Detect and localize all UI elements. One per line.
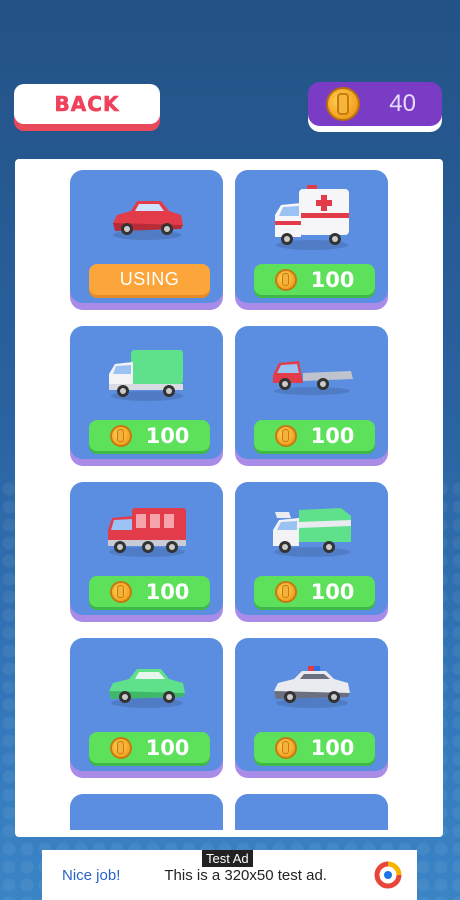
ad-choices-icon[interactable]: [373, 860, 403, 890]
fire-truck-icon: [70, 490, 223, 570]
ad-body-text: This is a 320x50 test ad.: [164, 866, 327, 884]
vehicle-card-red-car[interactable]: USING: [70, 170, 223, 303]
coin-balance: 40: [308, 82, 442, 126]
price-amount: 100: [310, 579, 355, 604]
price-amount: 100: [310, 423, 355, 448]
vehicle-card-green-sedan[interactable]: 100: [70, 638, 223, 771]
ad-headline: Nice job!: [62, 866, 121, 884]
vehicle-card-partial[interactable]: [235, 794, 388, 830]
price-button[interactable]: 100: [254, 420, 375, 451]
using-label: USING: [119, 269, 180, 289]
price-amount: 100: [145, 735, 190, 760]
ambulance-icon: [235, 178, 388, 258]
coin-icon: [109, 424, 132, 447]
back-button[interactable]: BACK: [14, 84, 160, 124]
price-amount: 100: [310, 267, 355, 292]
back-button-label: BACK: [54, 92, 120, 117]
coin-icon: [274, 580, 297, 603]
vehicle-card-police-car[interactable]: 100: [235, 638, 388, 771]
price-amount: 100: [145, 579, 190, 604]
price-amount: 100: [145, 423, 190, 448]
test-ad-tag: Test Ad: [202, 850, 253, 867]
green-sedan-icon: [70, 646, 223, 726]
vehicle-grid: USING 100 100 100 100 100 100 100: [70, 170, 388, 830]
price-button[interactable]: 100: [254, 576, 375, 607]
coin-icon: [109, 736, 132, 759]
garbage-truck-icon: [235, 490, 388, 570]
coin-count: 40: [389, 90, 416, 117]
vehicle-card-partial[interactable]: [70, 794, 223, 830]
vehicle-card-ambulance[interactable]: 100: [235, 170, 388, 303]
vehicle-card-green-box-truck[interactable]: 100: [70, 326, 223, 459]
vehicle-shop-panel[interactable]: USING 100 100 100 100 100 100 100: [15, 159, 443, 837]
coin-icon: [274, 268, 297, 291]
price-amount: 100: [310, 735, 355, 760]
price-button[interactable]: 100: [254, 732, 375, 763]
coin-icon: [274, 736, 297, 759]
price-button[interactable]: 100: [89, 420, 210, 451]
price-button[interactable]: 100: [89, 732, 210, 763]
coin-icon: [326, 87, 360, 121]
tow-truck-icon: [235, 334, 388, 414]
coin-icon: [109, 580, 132, 603]
coin-icon: [274, 424, 297, 447]
red-car-icon: [70, 178, 223, 258]
box-truck-icon: [70, 334, 223, 414]
police-car-icon: [235, 646, 388, 726]
vehicle-card-garbage-truck[interactable]: 100: [235, 482, 388, 615]
price-button[interactable]: 100: [254, 264, 375, 295]
vehicle-card-flatbed-tow-truck[interactable]: 100: [235, 326, 388, 459]
vehicle-card-fire-truck[interactable]: 100: [70, 482, 223, 615]
using-button[interactable]: USING: [89, 264, 210, 295]
price-button[interactable]: 100: [89, 576, 210, 607]
